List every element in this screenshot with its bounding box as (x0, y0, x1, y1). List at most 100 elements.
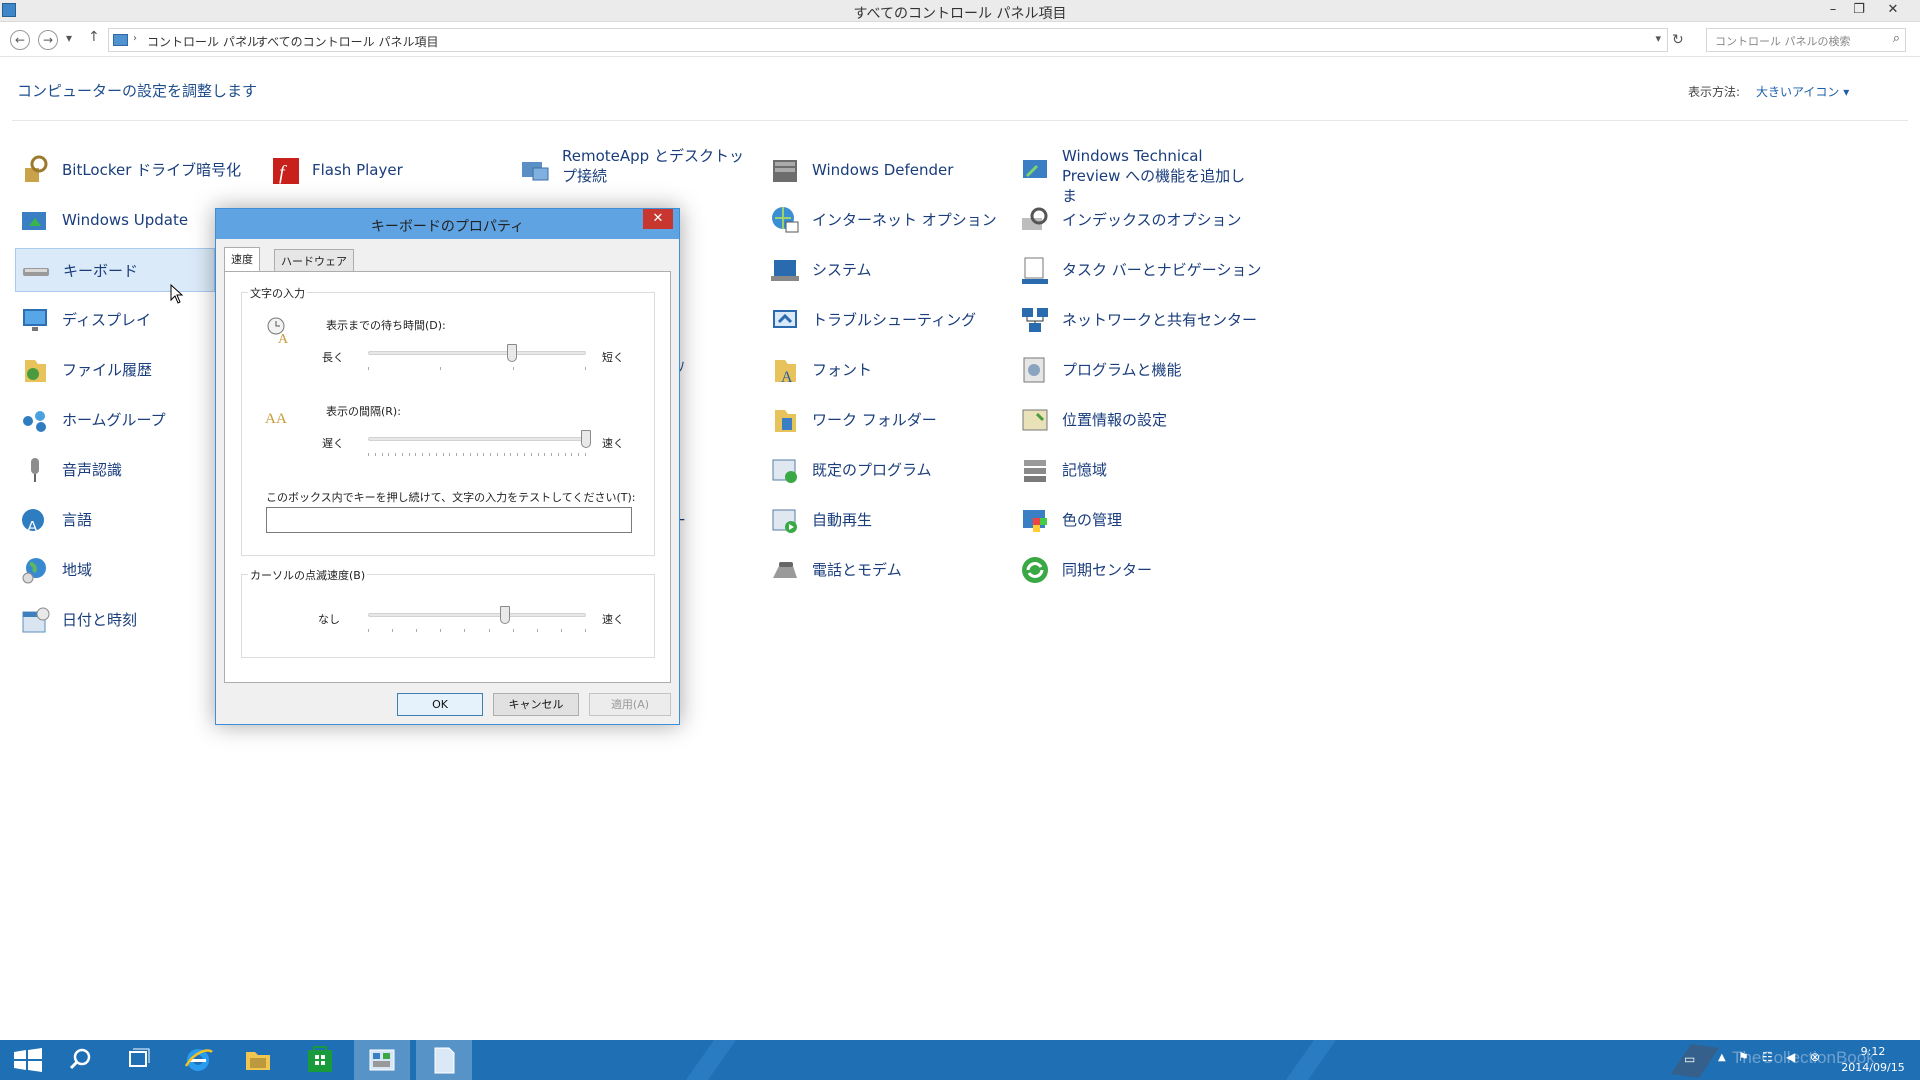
cp-item-color-management[interactable]: 色の管理 (1015, 498, 1255, 542)
store-button[interactable] (292, 1040, 348, 1080)
cp-item-programs-features[interactable]: プログラムと機能 (1015, 348, 1255, 392)
cp-item-indexing-options[interactable]: インデックスのオプション (1015, 198, 1255, 242)
search-input[interactable]: コントロール パネルの検索 ⌕ (1706, 28, 1906, 52)
repeat-delay-label: 表示までの待ち時間(D): (326, 319, 446, 332)
refresh-button[interactable]: ↻ (1672, 32, 1684, 48)
tab-hardware[interactable]: ハードウェア (274, 249, 354, 271)
mouse-pointer-icon (170, 284, 184, 304)
tab-speed[interactable]: 速度 (224, 247, 260, 272)
repeat-rate-slider-thumb[interactable] (581, 430, 591, 448)
cp-item-label: Windows Technical Preview への機能を追加しま (1062, 147, 1246, 205)
cp-item-label: キーボード (63, 262, 139, 280)
cp-item-label: 既定のプログラム (812, 461, 932, 479)
notepad-taskbar-button[interactable] (416, 1040, 472, 1080)
taskbar-icon (1022, 257, 1048, 284)
cp-item-label: ファイル履歴 (62, 361, 153, 379)
taskbar-stripe (685, 1040, 737, 1080)
cp-item-storage-spaces[interactable]: 記憶域 (1015, 448, 1255, 492)
slider-tick (449, 453, 451, 456)
cursor-blink-group: カーソルの点滅速度(B) なし 速く (241, 567, 655, 658)
cp-item-keyboard[interactable]: キーボード (15, 248, 215, 292)
repeat-delay-slider-track[interactable] (368, 351, 586, 355)
clock-time: 9:12 (1860, 1045, 1886, 1058)
breadcrumb-separator: › (133, 33, 137, 44)
file-history-icon (25, 360, 46, 382)
cp-item-remoteapp[interactable]: RemoteApp とデスクトップ接続 (515, 147, 755, 192)
flash-player-icon: f (273, 158, 299, 184)
cp-item-taskbar-navigation[interactable]: タスク バーとナビゲーション (1015, 248, 1261, 292)
close-window-button[interactable]: ✕ (1880, 0, 1906, 20)
search-icon (69, 1048, 91, 1070)
action-center-icon[interactable]: ▭ (1684, 1052, 1695, 1066)
cp-item-system[interactable]: システム (765, 248, 1005, 292)
view-by-dropdown[interactable]: 大きいアイコン ▾ (1756, 83, 1849, 100)
address-field[interactable]: › コントロール パネル › すべてのコントロール パネル項目 ▾ (108, 28, 1668, 52)
cp-item-location-settings[interactable]: 位置情報の設定 (1015, 398, 1255, 442)
apply-button[interactable]: 適用(A) (589, 693, 671, 716)
address-dropdown-button[interactable]: ▾ (1655, 32, 1661, 45)
system-clock[interactable]: 9:12 2014/09/15 (1838, 1044, 1908, 1076)
group-title: カーソルの点滅速度(B) (248, 567, 368, 583)
cp-item-bitlocker[interactable]: BitLocker ドライブ暗号化 (15, 148, 255, 192)
back-button[interactable]: ← (10, 30, 30, 50)
slider-tick (368, 453, 369, 456)
cp-item-work-folders[interactable]: ワーク フォルダー (765, 398, 1005, 442)
show-hidden-icons-button[interactable]: ▲ (1718, 1052, 1726, 1063)
blink-none-label: なし (318, 613, 340, 626)
cp-item-fonts[interactable]: A フォント (765, 348, 1005, 392)
cp-item-default-programs[interactable]: 既定のプログラム (765, 448, 1005, 492)
internet-options-icon (772, 207, 799, 233)
slider-tick (517, 453, 519, 456)
cp-item-windows-defender[interactable]: Windows Defender (765, 148, 1005, 192)
forward-button[interactable]: → (38, 30, 58, 50)
cp-item-flash-player[interactable]: f Flash Player (265, 148, 505, 192)
cp-item-technical-preview[interactable]: Windows Technical Preview への機能を追加しま (1015, 147, 1255, 205)
restore-button[interactable]: ❐ (1846, 0, 1872, 20)
slider-tick (435, 453, 437, 456)
file-explorer-button[interactable] (230, 1040, 286, 1080)
cursor-blink-slider-track[interactable] (368, 613, 586, 617)
slider-tick (415, 453, 417, 456)
cp-item-label: ネットワークと共有センター (1062, 311, 1258, 329)
cp-item-label: Windows Defender (812, 161, 954, 179)
cp-item-troubleshooting[interactable]: トラブルシューティング (765, 298, 1005, 342)
search-icon[interactable]: ⌕ (1893, 31, 1900, 46)
ok-button[interactable]: OK (397, 693, 483, 716)
folder-icon (246, 1052, 270, 1070)
microphone-icon (31, 458, 39, 482)
cp-item-label: 自動再生 (812, 511, 873, 529)
slider-tick (564, 453, 566, 456)
cp-item-network-sharing[interactable]: ネットワークと共有センター (1015, 298, 1258, 342)
internet-explorer-button[interactable] (170, 1040, 226, 1080)
repeat-rate-slider-track[interactable] (368, 437, 586, 441)
minimize-button[interactable]: – (1820, 0, 1846, 20)
cp-item-label: 日付と時刻 (62, 611, 138, 629)
recent-locations-button[interactable]: ▾ (66, 31, 72, 45)
task-view-button[interactable] (110, 1040, 166, 1080)
cp-item-sync-center[interactable]: 同期センター (1015, 548, 1255, 592)
dialog-close-button[interactable]: ✕ (643, 209, 673, 229)
cp-item-internet-options[interactable]: インターネット オプション (765, 198, 1005, 242)
breadcrumb-all-items[interactable]: すべてのコントロール パネル項目 (256, 33, 439, 50)
up-button[interactable]: ↑ (88, 29, 100, 45)
default-programs-icon (772, 459, 797, 483)
cancel-button[interactable]: キャンセル (493, 693, 579, 716)
cursor-blink-slider-thumb[interactable] (500, 606, 511, 624)
cp-item-label: タスク バーとナビゲーション (1062, 261, 1262, 279)
page-heading: コンピューターの設定を調整します (17, 82, 258, 100)
cp-item-label: 地域 (62, 561, 93, 579)
repeat-delay-slider-thumb[interactable] (506, 344, 517, 362)
control-panel-taskbar-button[interactable] (354, 1040, 410, 1080)
computer-icon (113, 34, 128, 46)
slider-tick (578, 453, 580, 456)
search-taskbar-button[interactable] (52, 1040, 108, 1080)
cp-item-label: システム (812, 261, 872, 279)
store-icon (308, 1046, 332, 1072)
phone-modem-icon (773, 562, 797, 578)
slider-tick (416, 629, 418, 632)
cp-item-autoplay[interactable]: 自動再生 (765, 498, 1005, 542)
repeat-test-input[interactable] (266, 507, 632, 533)
cp-item-phone-modem[interactable]: 電話とモデム (765, 548, 1005, 592)
start-button[interactable] (0, 1040, 56, 1080)
dialog-title-bar[interactable]: キーボードのプロパティ ✕ (216, 209, 679, 239)
